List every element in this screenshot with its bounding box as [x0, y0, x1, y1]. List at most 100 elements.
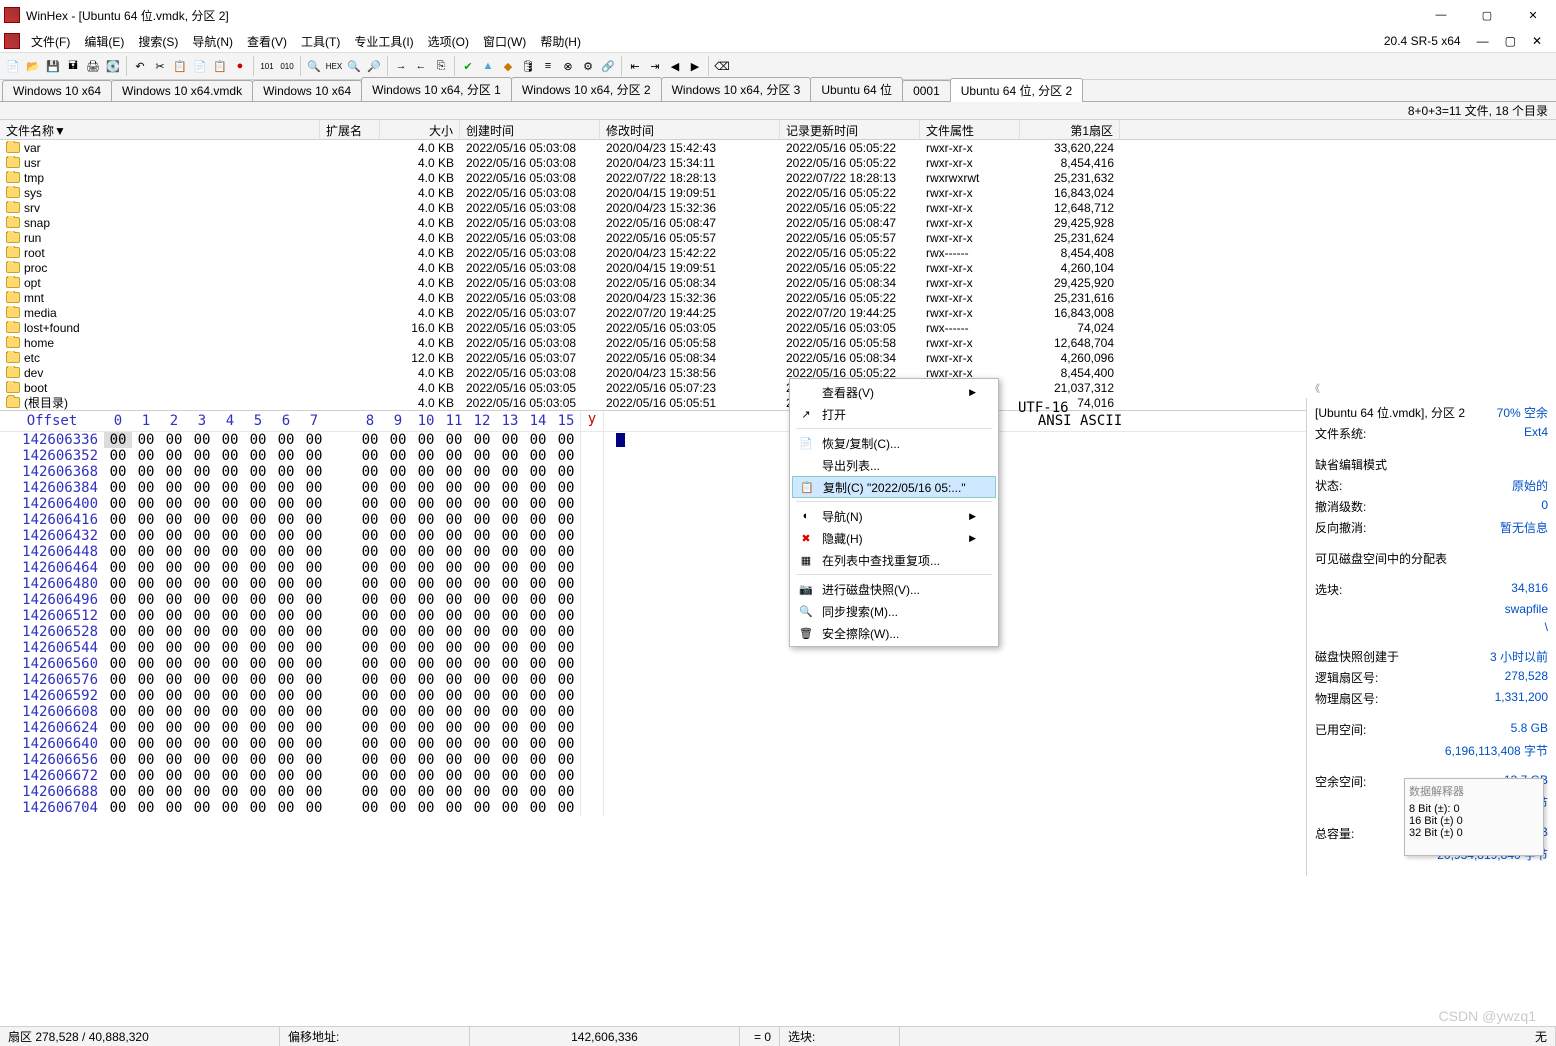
col-created[interactable]: 创建时间	[460, 120, 600, 139]
tb-db-icon[interactable]: 🛢	[519, 57, 537, 75]
minimize-button[interactable]: —	[1418, 0, 1464, 30]
tb-hex2-icon[interactable]: 010	[278, 57, 296, 75]
tb-goto-icon[interactable]: ⎘	[432, 57, 450, 75]
file-row[interactable]: etc12.0 KB2022/05/16 05:03:072022/05/16 …	[0, 350, 1556, 365]
folder-icon	[6, 397, 20, 408]
tb-comp-icon[interactable]: ≡	[539, 57, 557, 75]
expand-icon[interactable]: 《	[1310, 380, 1320, 395]
tb-erase-icon[interactable]: ⌫	[713, 57, 731, 75]
tb-hex1-icon[interactable]: 101	[258, 57, 276, 75]
tb-cut-icon[interactable]: ✂	[151, 57, 169, 75]
tb-gear-icon[interactable]: ⚙	[579, 57, 597, 75]
file-row[interactable]: usr4.0 KB2022/05/16 05:03:082020/04/23 1…	[0, 155, 1556, 170]
file-row[interactable]: dev4.0 KB2022/05/16 05:03:082020/04/23 1…	[0, 365, 1556, 380]
file-row[interactable]: boot4.0 KB2022/05/16 05:03:052022/05/16 …	[0, 380, 1556, 395]
file-list[interactable]: var4.0 KB2022/05/16 05:03:082020/04/23 1…	[0, 140, 1556, 410]
file-row[interactable]: srv4.0 KB2022/05/16 05:03:082020/04/23 1…	[0, 200, 1556, 215]
tb-paste2-icon[interactable]: 📋	[211, 57, 229, 75]
close-button[interactable]: ✕	[1510, 0, 1556, 30]
tab-8[interactable]: Ubuntu 64 位, 分区 2	[950, 78, 1083, 102]
menu-pro[interactable]: 专业工具(I)	[348, 31, 419, 52]
tab-0[interactable]: Windows 10 x64	[2, 80, 112, 101]
ctx-item[interactable]: 🗑安全擦除(W)...	[792, 622, 996, 644]
file-row[interactable]: opt4.0 KB2022/05/16 05:03:082022/05/16 0…	[0, 275, 1556, 290]
tb-check-icon[interactable]: ✔	[459, 57, 477, 75]
maximize-button[interactable]: ▢	[1464, 0, 1510, 30]
tab-5[interactable]: Windows 10 x64, 分区 3	[661, 77, 812, 101]
ctx-item[interactable]: ▦在列表中查找重复项...	[792, 549, 996, 571]
version-label: 20.4 SR-5 x64—▢✕	[1378, 32, 1556, 50]
ctx-item[interactable]: 📷进行磁盘快照(V)...	[792, 578, 996, 600]
ctx-item[interactable]: 📄恢复/复制(C)...	[792, 432, 996, 454]
tb-back-icon[interactable]: ←	[412, 57, 430, 75]
tb-open-icon[interactable]: 📂	[24, 57, 42, 75]
menu-file[interactable]: 文件(F)	[25, 31, 76, 52]
menu-view[interactable]: 查看(V)	[241, 31, 293, 52]
col-attr[interactable]: 文件属性	[920, 120, 1020, 139]
menu-help[interactable]: 帮助(H)	[534, 31, 587, 52]
tb-new-icon[interactable]: 📄	[4, 57, 22, 75]
ctx-item[interactable]: 导出列表...	[792, 454, 996, 476]
tb-undo-icon[interactable]: ↶	[131, 57, 149, 75]
tb-find-icon[interactable]: 🔍	[305, 57, 323, 75]
tb-link-icon[interactable]: 🔗	[599, 57, 617, 75]
tb-nav2-icon[interactable]: ⇥	[646, 57, 664, 75]
file-row[interactable]: media4.0 KB2022/05/16 05:03:072022/07/20…	[0, 305, 1556, 320]
tb-tri-icon[interactable]: ▲	[479, 57, 497, 75]
tb-save-icon[interactable]: 💾	[44, 57, 62, 75]
tab-6[interactable]: Ubuntu 64 位	[810, 77, 903, 101]
tb-prev-icon[interactable]: ◀	[666, 57, 684, 75]
menu-nav[interactable]: 导航(N)	[186, 31, 239, 52]
menu-win[interactable]: 窗口(W)	[477, 31, 532, 52]
file-row[interactable]: snap4.0 KB2022/05/16 05:03:082022/05/16 …	[0, 215, 1556, 230]
file-row[interactable]: home4.0 KB2022/05/16 05:03:082022/05/16 …	[0, 335, 1556, 350]
col-modified[interactable]: 修改时间	[600, 120, 780, 139]
menubar: 文件(F) 编辑(E) 搜索(S) 导航(N) 查看(V) 工具(T) 专业工具…	[0, 30, 1556, 52]
folder-icon	[6, 142, 20, 153]
col-updated[interactable]: 记录更新时间	[780, 120, 920, 139]
tb-tag-icon[interactable]: ●	[231, 57, 249, 75]
ctx-item[interactable]: ↗打开	[792, 403, 996, 425]
col-name[interactable]: 文件名称▼	[0, 120, 320, 139]
tb-device-icon[interactable]: 💽	[104, 57, 122, 75]
tb-next-icon[interactable]: ▶	[686, 57, 704, 75]
file-row[interactable]: lost+found16.0 KB2022/05/16 05:03:052022…	[0, 320, 1556, 335]
ctx-item[interactable]: ✖隐藏(H)▶	[792, 527, 996, 549]
col-size[interactable]: 大小	[380, 120, 460, 139]
tb-paste-icon[interactable]: 📄	[191, 57, 209, 75]
tb-copy-icon[interactable]: 📋	[171, 57, 189, 75]
tb-findall-icon[interactable]: 🔎	[365, 57, 383, 75]
menu-search[interactable]: 搜索(S)	[132, 31, 184, 52]
col-sector[interactable]: 第1扇区	[1020, 120, 1120, 139]
status-offset-label: 偏移地址:	[280, 1027, 470, 1046]
file-row[interactable]: tmp4.0 KB2022/05/16 05:03:082022/07/22 1…	[0, 170, 1556, 185]
data-interpreter[interactable]: 数据解释器 8 Bit (±): 0 16 Bit (±) 0 32 Bit (…	[1404, 778, 1544, 856]
file-row[interactable]: var4.0 KB2022/05/16 05:03:082020/04/23 1…	[0, 140, 1556, 155]
tb-print-icon[interactable]: 🖨	[84, 57, 102, 75]
tb-findtext-icon[interactable]: 🔍	[345, 57, 363, 75]
menu-tools[interactable]: 工具(T)	[295, 31, 346, 52]
tab-2[interactable]: Windows 10 x64	[252, 80, 362, 101]
tb-findhex-icon[interactable]: HEX	[325, 57, 343, 75]
tb-saveall-icon[interactable]: 🖬	[64, 57, 82, 75]
menu-edit[interactable]: 编辑(E)	[78, 31, 130, 52]
tb-go-icon[interactable]: →	[392, 57, 410, 75]
menu-opt[interactable]: 选项(O)	[422, 31, 475, 52]
ctx-item[interactable]: 🔍同步搜索(M)...	[792, 600, 996, 622]
ctx-item[interactable]: 查看器(V)▶	[792, 381, 996, 403]
tb-hash-icon[interactable]: ⊗	[559, 57, 577, 75]
tab-4[interactable]: Windows 10 x64, 分区 2	[511, 77, 662, 101]
tab-3[interactable]: Windows 10 x64, 分区 1	[361, 77, 512, 101]
file-row[interactable]: mnt4.0 KB2022/05/16 05:03:082020/04/23 1…	[0, 290, 1556, 305]
file-row[interactable]: root4.0 KB2022/05/16 05:03:082020/04/23 …	[0, 245, 1556, 260]
col-ext[interactable]: 扩展名	[320, 120, 380, 139]
ctx-item[interactable]: ◐导航(N)▶	[792, 505, 996, 527]
tb-diamond-icon[interactable]: ◆	[499, 57, 517, 75]
file-row[interactable]: sys4.0 KB2022/05/16 05:03:082020/04/15 1…	[0, 185, 1556, 200]
tab-1[interactable]: Windows 10 x64.vmdk	[111, 80, 253, 101]
tab-7[interactable]: 0001	[902, 80, 951, 101]
ctx-item[interactable]: 📋复制(C) "2022/05/16 05:..."	[792, 476, 996, 498]
file-row[interactable]: proc4.0 KB2022/05/16 05:03:082020/04/15 …	[0, 260, 1556, 275]
file-row[interactable]: run4.0 KB2022/05/16 05:03:082022/05/16 0…	[0, 230, 1556, 245]
tb-nav1-icon[interactable]: ⇤	[626, 57, 644, 75]
